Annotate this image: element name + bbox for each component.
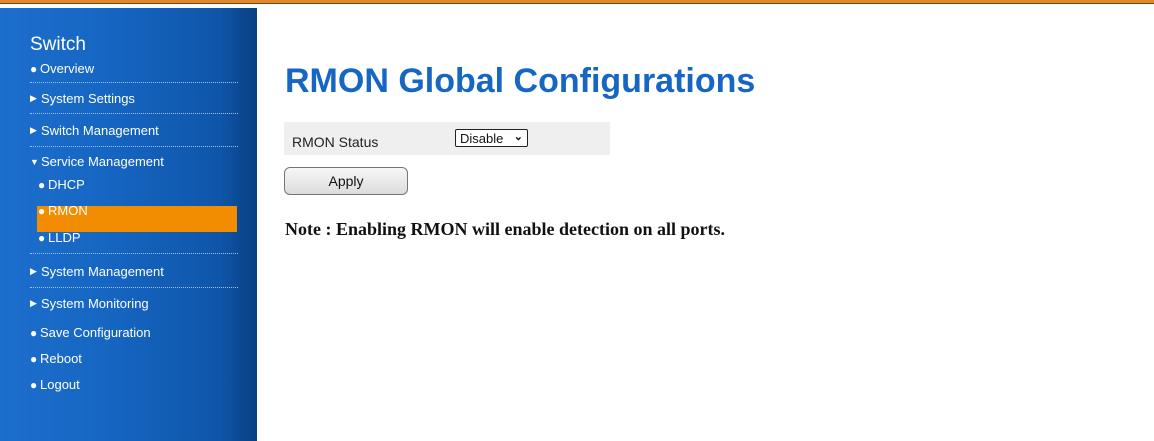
divider bbox=[30, 287, 238, 288]
note-text: Note : Enabling RMON will enable detecti… bbox=[285, 219, 725, 239]
triangle-right-icon: ▶ bbox=[30, 266, 37, 276]
sidebar-item-reboot[interactable]: ● Reboot bbox=[30, 351, 238, 366]
sidebar-item-system-management[interactable]: ▶ System Management bbox=[30, 264, 238, 279]
sidebar: Switch ● Overview ▶ System Settings ▶ Sw… bbox=[0, 8, 257, 441]
bullet-icon: ● bbox=[30, 351, 38, 366]
divider bbox=[30, 146, 238, 147]
sidebar-item-switch-management[interactable]: ▶ Switch Management bbox=[30, 123, 238, 138]
sidebar-item-label: DHCP bbox=[48, 177, 85, 192]
rmon-status-value: Disable bbox=[460, 131, 504, 146]
bullet-icon: ● bbox=[38, 203, 46, 218]
chevron-down-icon: ⌄ bbox=[513, 131, 523, 143]
triangle-right-icon: ▶ bbox=[30, 298, 37, 308]
sidebar-item-dhcp[interactable]: ● DHCP bbox=[38, 177, 236, 192]
rmon-status-select[interactable]: Disable ⌄ bbox=[455, 129, 528, 147]
brand-title: Switch bbox=[30, 34, 86, 55]
triangle-right-icon: ▶ bbox=[30, 125, 37, 135]
sidebar-item-label: Switch Management bbox=[41, 123, 159, 138]
top-border-shadow bbox=[0, 3, 1154, 4]
sidebar-item-label: Reboot bbox=[40, 351, 82, 366]
rmon-status-row: RMON Status Disable ⌄ bbox=[284, 122, 610, 155]
bullet-icon: ● bbox=[30, 325, 38, 340]
sidebar-item-label: System Management bbox=[41, 264, 164, 279]
sidebar-item-label: System Settings bbox=[41, 91, 135, 106]
sidebar-item-system-monitoring[interactable]: ▶ System Monitoring bbox=[30, 296, 238, 311]
sidebar-item-label: Overview bbox=[40, 61, 95, 76]
triangle-right-icon: ▶ bbox=[30, 93, 37, 103]
sidebar-item-system-settings[interactable]: ▶ System Settings bbox=[30, 91, 238, 106]
rmon-status-label: RMON Status bbox=[292, 134, 379, 150]
bullet-icon: ● bbox=[30, 61, 38, 76]
apply-button[interactable]: Apply bbox=[284, 167, 408, 195]
divider bbox=[30, 82, 238, 83]
sidebar-item-label: System Monitoring bbox=[41, 296, 149, 311]
sidebar-item-rmon[interactable]: ● RMON bbox=[38, 203, 236, 218]
bullet-icon: ● bbox=[38, 230, 46, 245]
sidebar-item-lldp[interactable]: ● LLDP bbox=[38, 230, 236, 245]
sidebar-item-logout[interactable]: ● Logout bbox=[30, 377, 238, 392]
sidebar-item-label: Logout bbox=[40, 377, 80, 392]
main-content: RMON Global Configurations RMON Status D… bbox=[257, 8, 1154, 441]
page-title: RMON Global Configurations bbox=[285, 62, 756, 100]
sidebar-item-save-configuration[interactable]: ● Save Configuration bbox=[30, 325, 238, 340]
divider bbox=[30, 253, 238, 254]
bullet-icon: ● bbox=[38, 177, 46, 192]
triangle-down-icon: ▼ bbox=[30, 156, 39, 167]
sidebar-item-label: LLDP bbox=[48, 230, 81, 245]
sidebar-item-label: Service Management bbox=[41, 154, 164, 169]
divider bbox=[30, 113, 238, 114]
sidebar-item-service-management[interactable]: ▼ Service Management bbox=[30, 154, 238, 169]
sidebar-item-label: RMON bbox=[48, 203, 88, 218]
sidebar-item-overview[interactable]: ● Overview bbox=[30, 61, 238, 76]
bullet-icon: ● bbox=[30, 377, 38, 392]
sidebar-item-label: Save Configuration bbox=[40, 325, 151, 340]
